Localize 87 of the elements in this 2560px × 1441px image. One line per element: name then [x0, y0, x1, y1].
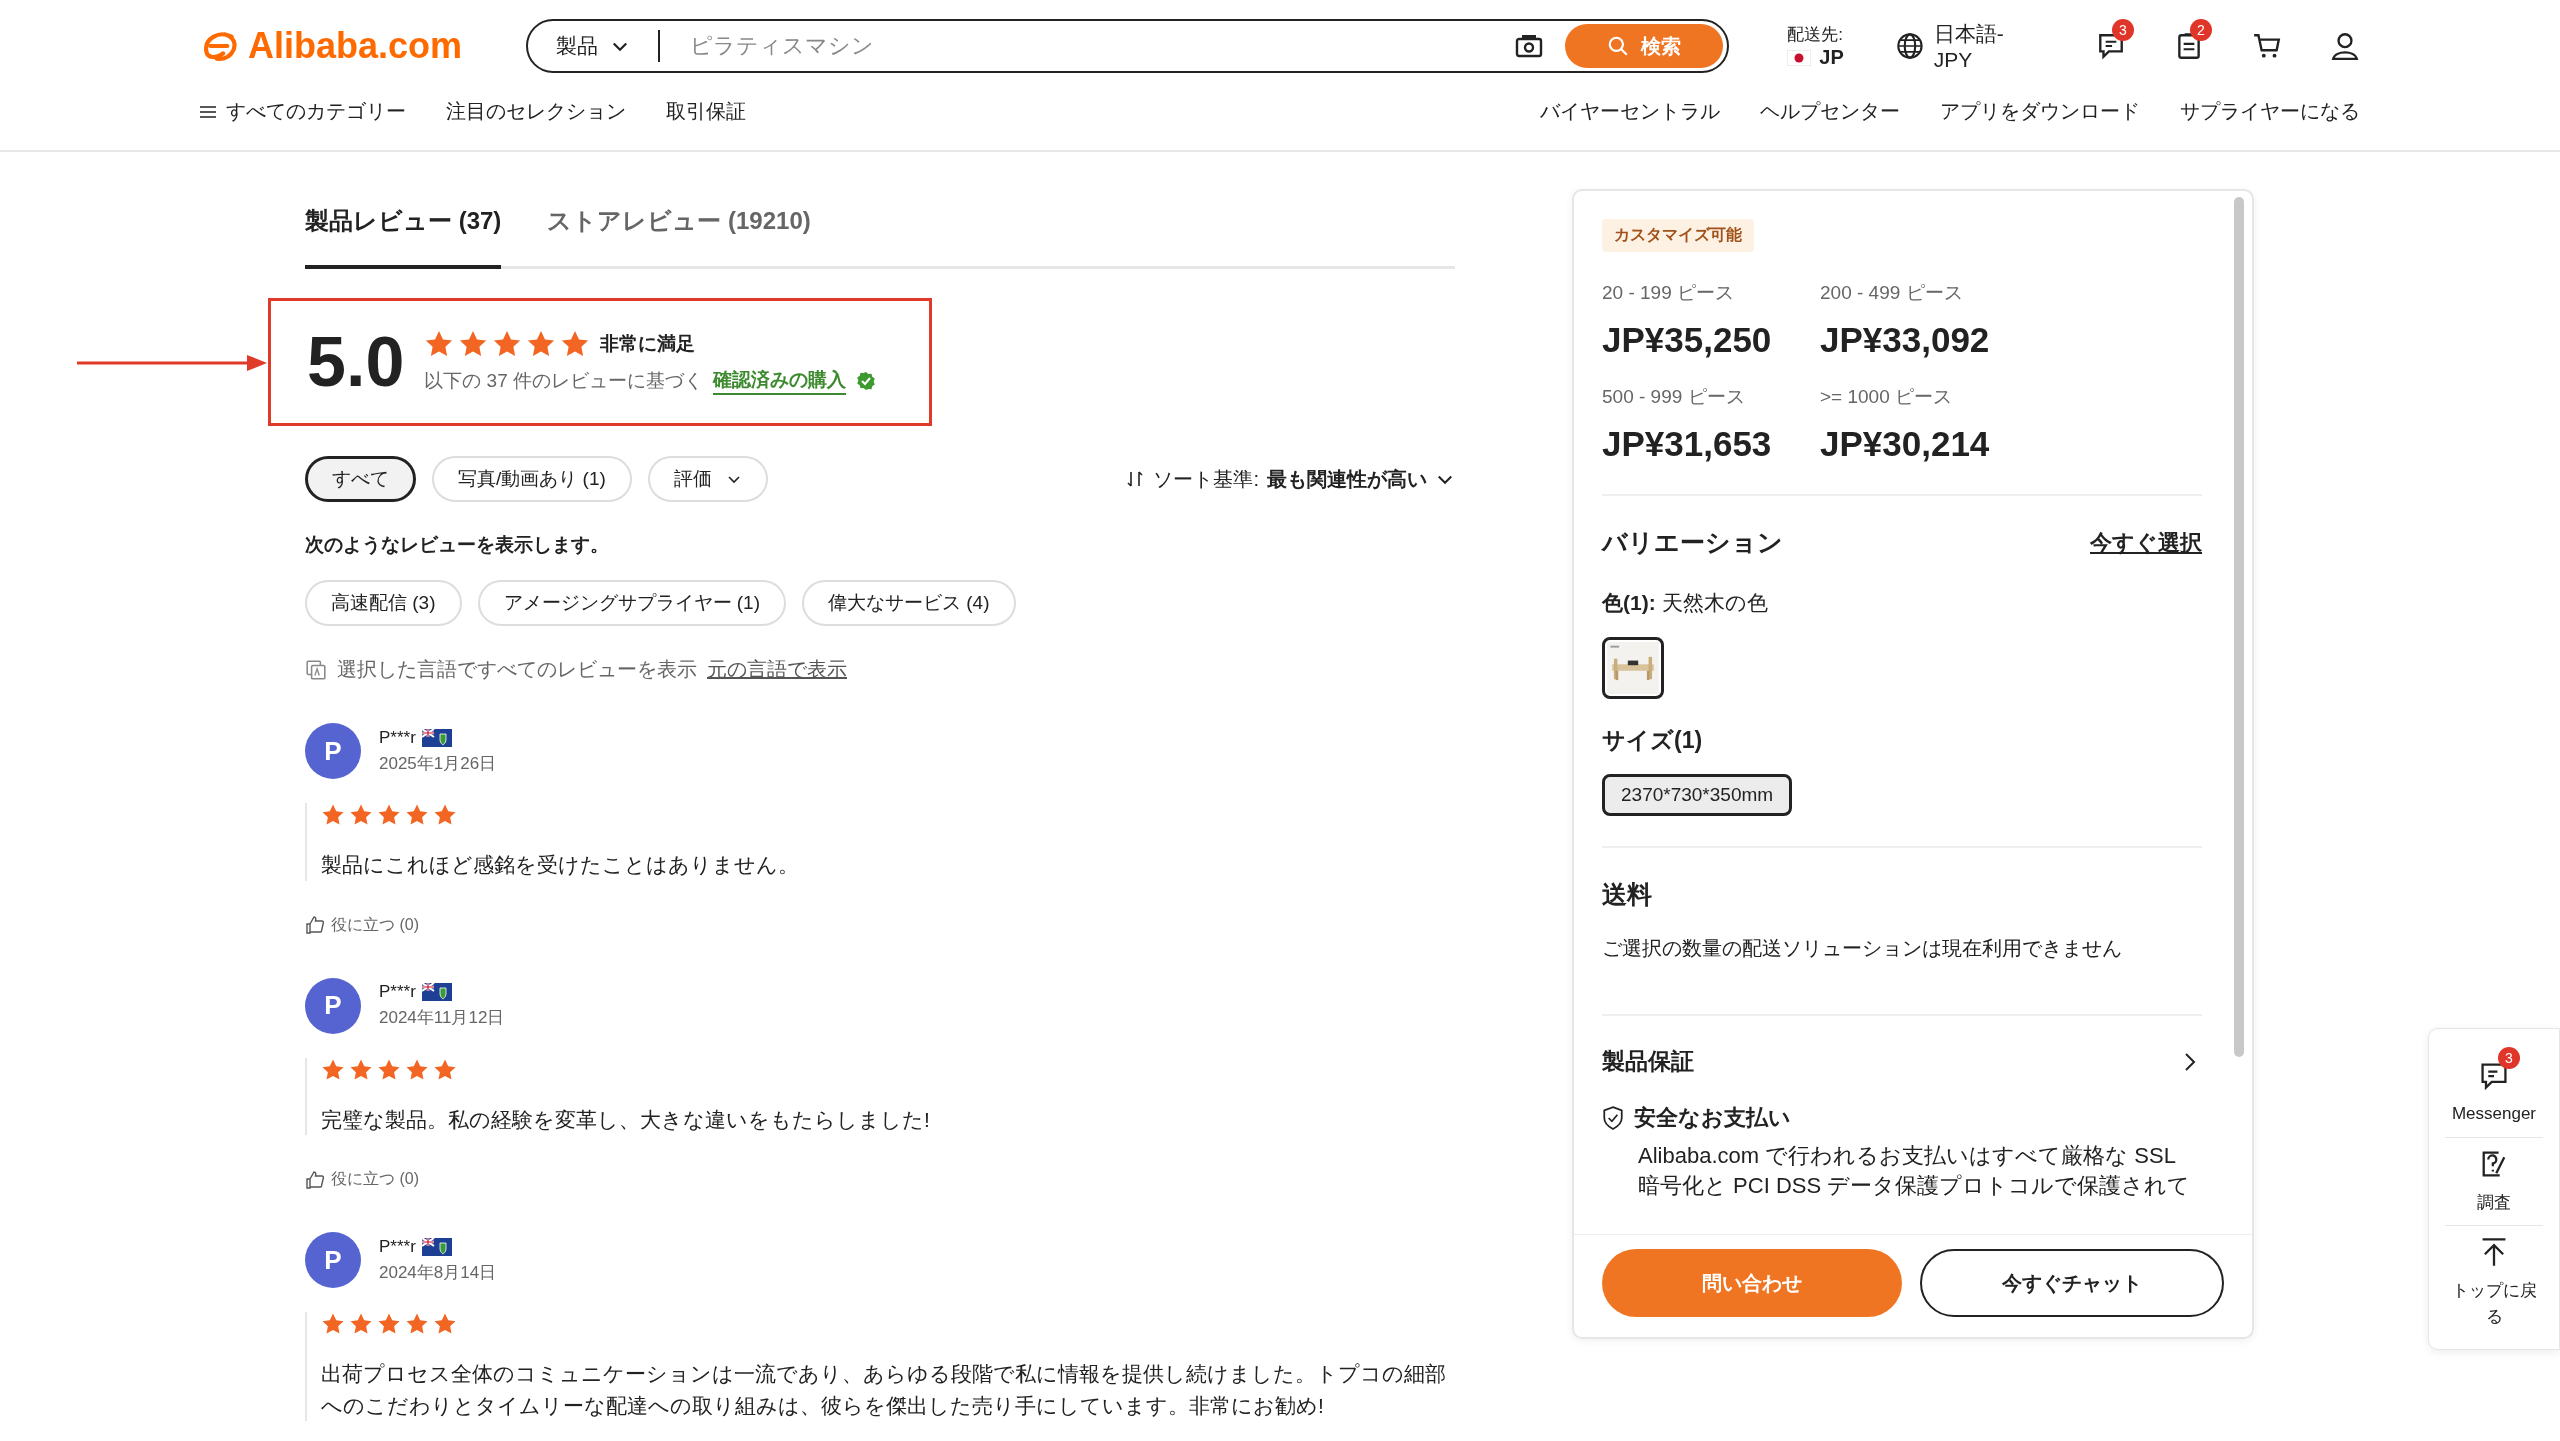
filter-chip[interactable]: 評価: [647, 456, 768, 502]
verified-badge-icon: [856, 371, 876, 391]
helpful-button[interactable]: 役に立つ (0): [305, 914, 419, 936]
notification-badge: 3: [2112, 19, 2134, 41]
tags-heading: 次のようなレビューを表示します。: [305, 533, 610, 557]
thumbs-up-icon: [305, 915, 325, 935]
ship-to-label: 配送先:: [1787, 24, 1844, 46]
size-title: サイズ(1): [1602, 726, 1704, 755]
menu-icon: [200, 104, 216, 119]
filter-chip[interactable]: 写真/動画あり (1): [432, 456, 632, 502]
shipping-text: ご選択の数量の配送ソリューションは現在利用できません: [1602, 936, 2123, 961]
nav-link[interactable]: アプリをダウンロード: [1940, 98, 2140, 125]
reviewer-name: P***r: [379, 727, 416, 748]
color-swatch[interactable]: [1602, 637, 1664, 699]
notification-badge: 3: [2498, 1047, 2520, 1069]
review-text: 出荷プロセス全体のコミュニケーションは一流であり、あらゆる段階で私に情報を提供し続けました。トプコの細部へのこだわりとタイムリーな配達への取り組みは、彼らを傑出した売り手にしています。非常にお勧め!: [321, 1361, 1447, 1419]
flag-icon: [421, 728, 452, 747]
thumbs-up-icon: [305, 1169, 325, 1190]
review-tab[interactable]: 製品レビュー (37): [305, 197, 502, 269]
user-icon[interactable]: [2330, 31, 2360, 61]
toolbar-item[interactable]: トップに戻る: [2445, 1226, 2543, 1339]
category-dropdown[interactable]: 製品: [556, 32, 631, 60]
nav-link[interactable]: すべてのカテゴリー: [200, 98, 406, 125]
review-tag[interactable]: アメージングサプライヤー (1): [477, 580, 786, 626]
flag-icon: [1787, 49, 1812, 66]
price: JP¥31,653: [1602, 424, 1773, 464]
review-tag[interactable]: 高速配信 (3): [305, 580, 462, 626]
quantity-range: 200 - 499 ピース: [1820, 281, 1964, 305]
language-selector[interactable]: 日本語-JPY: [1895, 20, 2042, 72]
review-tab[interactable]: ストアレビュー (19210): [547, 197, 811, 269]
price: JP¥30,214: [1820, 424, 1991, 464]
chat-button[interactable]: 今すぐチャット: [1920, 1249, 2224, 1317]
quantity-range: >= 1000 ピース: [1820, 385, 1954, 409]
review-count-text: 以下の 37 件のレビューに基づく: [424, 369, 703, 393]
translation-note: 選択した言語ですべてのレビューを表示: [337, 657, 697, 682]
rating-score: 5.0: [307, 322, 405, 402]
quantity-range: 500 - 999 ピース: [1602, 385, 1746, 409]
avatar: P: [305, 1232, 361, 1288]
review-tag[interactable]: 偉大なサービス (4): [802, 580, 1016, 626]
shipping-title: 送料: [1602, 879, 1653, 910]
rating-label: 非常に満足: [600, 332, 696, 356]
filter-chip[interactable]: すべて: [305, 456, 416, 502]
search-field[interactable]: ピラティスマシン: [688, 32, 1516, 60]
color-option-label: 色(1): 天然木の色: [1602, 591, 1768, 614]
helpful-button[interactable]: 役に立つ (0): [305, 1169, 419, 1190]
nav-link[interactable]: サプライヤーになる: [2180, 98, 2360, 125]
nav-link[interactable]: 取引保証: [666, 98, 746, 125]
search-bar[interactable]: 製品 ピラティスマシン 検索: [526, 19, 1730, 73]
payment-text: Alibaba.com で行われるお支払いはすべて厳格な SSL 暗号化と PCI DSS データ保護プロトコルで保護されて: [1638, 1142, 2192, 1200]
size-option[interactable]: 2370*730*350mm: [1602, 774, 1793, 816]
shield-icon: [1602, 1106, 1624, 1130]
scrollbar[interactable]: [2234, 197, 2244, 1057]
variation-title: バリエーション: [1602, 527, 1783, 558]
review-text: 製品にこれほど感銘を受けたことはありません。: [321, 852, 800, 878]
avatar: P: [305, 977, 361, 1034]
reviewer-name: P***r: [379, 1236, 416, 1257]
review-date: 2024年11月12日: [379, 1007, 505, 1029]
ship-to-selector[interactable]: JP: [1787, 46, 1844, 69]
translate-icon: [305, 658, 327, 681]
verified-purchase-link[interactable]: 確認済みの購入: [713, 367, 846, 395]
sort-dropdown[interactable]: ソート基準: 最も関連性が高い: [1125, 465, 1455, 493]
review-date: 2025年1月26日: [379, 752, 497, 775]
price: JP¥33,092: [1820, 320, 1991, 360]
toolbar-item[interactable]: 調査: [2445, 1137, 2543, 1226]
search-icon: [1607, 35, 1630, 57]
select-now-link[interactable]: 今すぐ選択: [2090, 527, 2202, 558]
chevron-right-icon: [2184, 1051, 2196, 1072]
flag-icon: [421, 983, 452, 1001]
warranty-row[interactable]: 製品保証: [1602, 1046, 2202, 1077]
notification-badge: 2: [2190, 19, 2212, 41]
cart-icon[interactable]: [2252, 31, 2282, 61]
globe-icon: [1895, 32, 1924, 60]
nav-link[interactable]: 注目のセレクション: [446, 98, 626, 125]
price: JP¥35,250: [1602, 320, 1773, 360]
camera-icon[interactable]: [1515, 34, 1544, 58]
quantity-range: 20 - 199 ピース: [1602, 281, 1735, 305]
nav-link[interactable]: バイヤーセントラル: [1540, 98, 1720, 125]
avatar: P: [305, 723, 361, 779]
review-text: 完璧な製品。私の経験を変革し、大きな違いをもたらしました!: [321, 1106, 931, 1133]
original-language-link[interactable]: 元の言語で表示: [707, 656, 847, 683]
secure-payment-title: 安全なお支払い: [1634, 1104, 1791, 1132]
review-date: 2024年8月14日: [379, 1261, 497, 1284]
reviewer-name: P***r: [379, 982, 416, 1002]
nav-link[interactable]: ヘルプセンター: [1760, 98, 1900, 125]
customizable-badge: カスタマイズ可能: [1602, 219, 1754, 252]
toolbar-item[interactable]: 3 Messenger: [2445, 1049, 2543, 1138]
flag-icon: [421, 1237, 452, 1256]
